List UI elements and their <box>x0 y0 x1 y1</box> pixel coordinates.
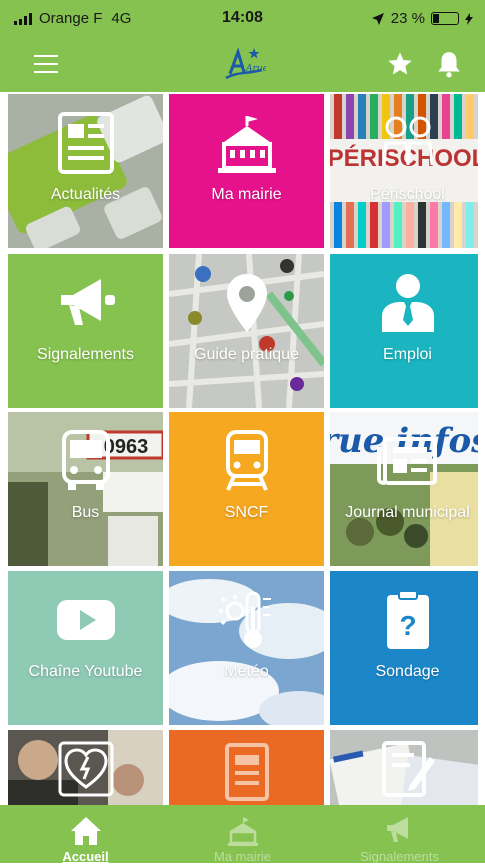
tile-perischool[interactable]: PÉRISCHOOL Périschool <box>330 94 478 248</box>
charging-icon <box>465 12 473 25</box>
tile-label: Emploi <box>383 346 432 363</box>
battery-percent: 23 % <box>390 10 425 27</box>
youtube-icon <box>8 585 163 655</box>
top-nav-bar: Arue <box>0 36 485 92</box>
thermometer-icon <box>169 585 324 655</box>
tile-label: Ma mairie <box>211 186 282 203</box>
status-bar: Orange F 4G 14:08 23 % <box>0 0 485 36</box>
home-icon <box>8 815 163 847</box>
tab-label: Accueil <box>62 849 109 864</box>
tab-signalements[interactable]: Signalements <box>322 805 477 864</box>
bottom-tab-bar: Accueil Ma mairie Signalements <box>0 805 485 864</box>
map-pin-icon <box>169 268 324 338</box>
tile-label: Signalements <box>37 346 134 363</box>
tile-bus[interactable]: 0963 Bus <box>8 412 163 566</box>
tile-label: Périschool <box>370 186 445 203</box>
megaphone-icon <box>322 815 477 847</box>
tab-ma-mairie[interactable]: Ma mairie <box>165 805 320 864</box>
employee-icon <box>330 268 478 338</box>
app-logo: Arue <box>225 47 266 80</box>
tile-journal-municipal[interactable]: Arue infos Journal municipal <box>330 412 478 566</box>
tile-emploi[interactable]: Emploi <box>330 254 478 408</box>
tile-chaine-youtube[interactable]: Chaîne Youtube <box>8 571 163 725</box>
tile-label: Journal municipal <box>345 504 470 521</box>
edit-document-icon <box>330 734 478 804</box>
svg-text:?: ? <box>399 610 416 641</box>
tile-label: Météo <box>224 663 269 680</box>
town-hall-icon <box>169 108 324 178</box>
tile-signalements[interactable]: Signalements <box>8 254 163 408</box>
hamburger-icon[interactable] <box>34 55 58 73</box>
document-icon <box>169 738 324 806</box>
train-icon <box>169 426 324 496</box>
tile-sncf[interactable]: SNCF <box>169 412 324 566</box>
tile-sondage[interactable]: ? Sondage <box>330 571 478 725</box>
defibrillator-icon <box>8 734 163 804</box>
tile-grid: Actualités Ma mairie PÉRISCHOOL Périscho… <box>8 94 478 806</box>
bell-icon[interactable] <box>436 50 462 78</box>
children-icon <box>330 108 478 178</box>
newspaper-icon <box>330 426 478 496</box>
star-icon[interactable] <box>386 50 414 78</box>
tile-label: Bus <box>71 504 100 521</box>
tile-label: Guide pratique <box>194 346 299 363</box>
tile-label: Sondage <box>375 663 440 680</box>
survey-icon: ? <box>330 585 478 655</box>
tile-label: Chaîne Youtube <box>28 663 143 680</box>
tile-ma-mairie[interactable]: Ma mairie <box>169 94 324 248</box>
town-hall-icon <box>165 815 320 847</box>
tile-guide-pratique[interactable]: Guide pratique <box>169 254 324 408</box>
tab-label: Ma mairie <box>213 849 272 864</box>
tile-document[interactable] <box>169 730 324 806</box>
tile-actualites[interactable]: Actualités <box>8 94 163 248</box>
tile-label: Actualités <box>50 186 121 203</box>
tab-accueil[interactable]: Accueil <box>8 805 163 864</box>
tile-label: SNCF <box>224 504 269 521</box>
location-arrow-icon <box>371 12 384 25</box>
tile-defibrillateur[interactable] <box>8 730 163 806</box>
tile-formulaire[interactable] <box>330 730 478 806</box>
news-icon <box>8 108 163 178</box>
bus-icon <box>8 426 163 496</box>
megaphone-icon <box>8 268 163 338</box>
tab-label: Signalements <box>360 849 439 864</box>
tile-meteo[interactable]: Météo <box>169 571 324 725</box>
logo-text: Arue <box>245 64 266 74</box>
battery-icon <box>431 12 459 25</box>
